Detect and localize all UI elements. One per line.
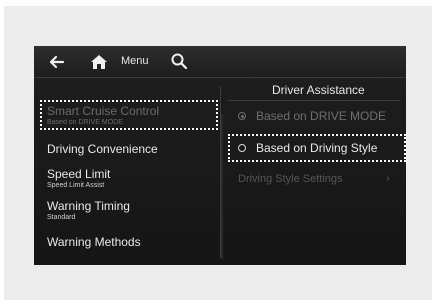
home-icon[interactable] [90,53,108,71]
option-based-on-drive-mode[interactable]: Based on DRIVE MODE [256,109,386,123]
title-divider [228,100,400,101]
menu-item-title: Warning Timing [47,199,130,213]
focus-highlight-left [40,100,218,130]
menu-item-warning-methods[interactable]: Warning Methods [47,235,141,249]
menu-item-speed-limit[interactable]: Speed Limit Speed Limit Assist [47,167,110,189]
infotainment-screen: Menu Smart Cruise Control Based on DRIVE… [34,46,406,265]
top-bar: Menu [34,46,406,78]
menu-item-driving-convenience[interactable]: Driving Convenience [47,142,158,156]
chevron-right-icon: › [386,173,390,185]
menu-item-subtitle: Speed Limit Assist [47,182,105,189]
menu-item-title: Driving Convenience [47,142,158,156]
focus-highlight-right [228,134,406,162]
menu-item-title: Speed Limit [47,167,111,181]
menu-item-subtitle: Standard [47,214,76,221]
topbar-divider [34,77,406,78]
radio-selected-icon[interactable] [238,112,246,120]
panel-title: Driver Assistance [272,83,365,97]
scrollbar[interactable] [221,114,223,259]
menu-item-title: Warning Methods [47,235,141,249]
menu-button[interactable]: Menu [121,55,149,67]
driving-style-settings[interactable]: Driving Style Settings [238,173,343,185]
menu-item-warning-timing[interactable]: Warning Timing Standard [47,199,130,221]
back-arrow-icon[interactable] [48,53,66,71]
search-icon[interactable] [170,52,188,70]
